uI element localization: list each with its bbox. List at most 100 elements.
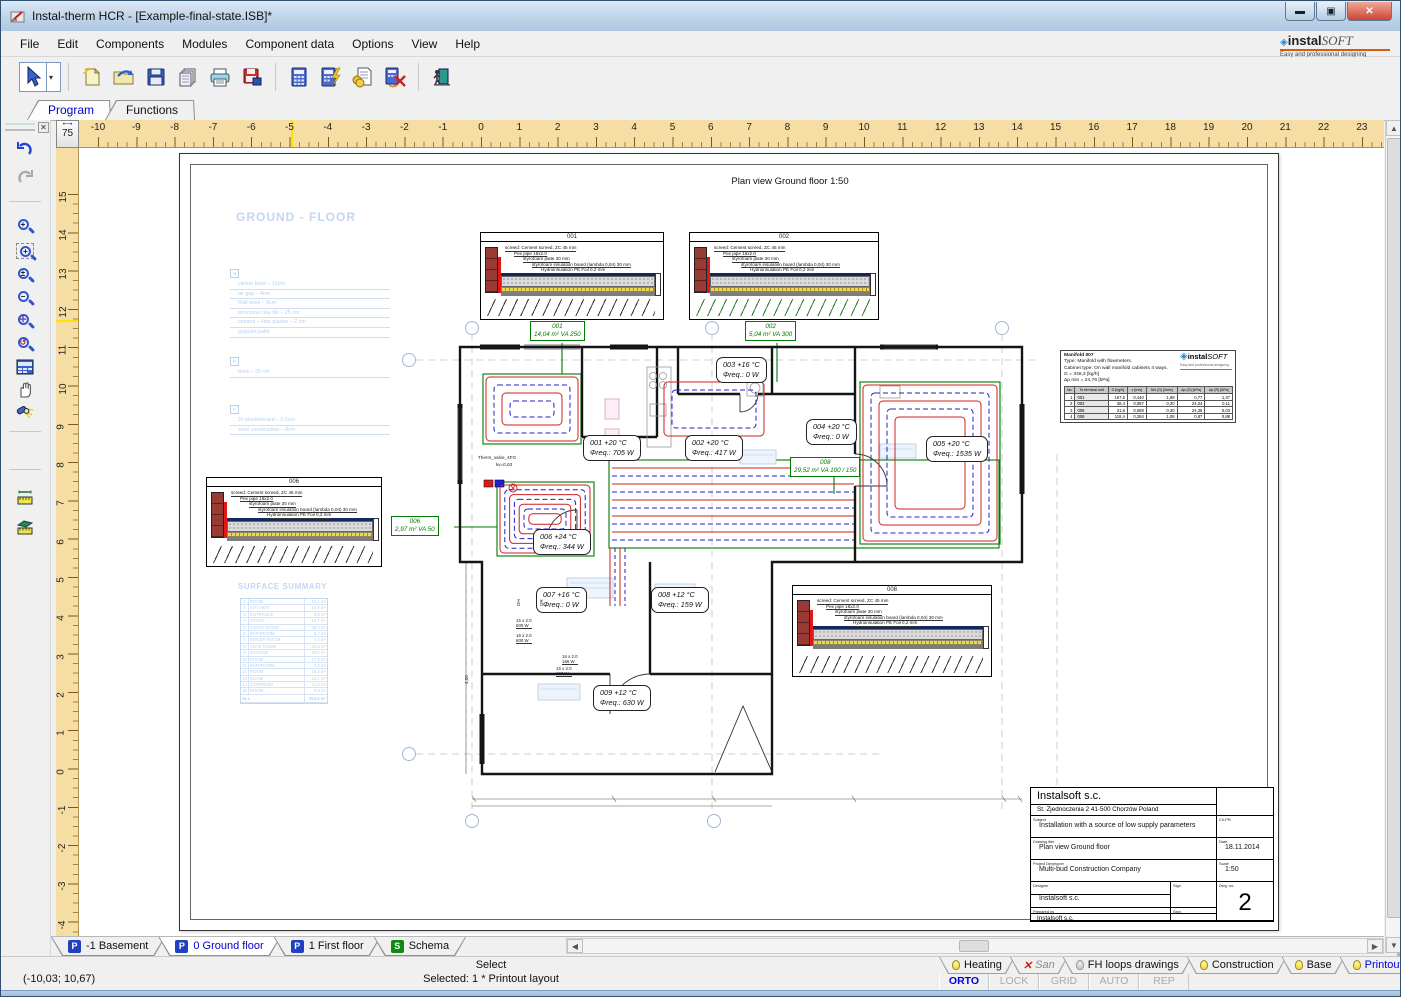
floor-detail-006[interactable]: 006screed: Cement screed, ZC 45 mmPex pi… xyxy=(206,477,382,567)
quick-calculations-button[interactable] xyxy=(317,63,345,91)
vertical-scrollbar[interactable]: ▲ ▼ xyxy=(1385,120,1401,953)
redo-icon xyxy=(15,167,35,187)
zone-label-002[interactable]: 0025,04 m² VA 300 xyxy=(745,321,796,341)
room-label-008[interactable]: 008 +12 °CΦreq.: 159 W xyxy=(651,587,709,613)
highlight-button[interactable] xyxy=(11,398,39,422)
tab-program[interactable]: Program xyxy=(28,101,110,120)
title-bar: Instal-therm HCR - [Example-final-state.… xyxy=(1,1,1400,31)
toggle-lock[interactable]: LOCK xyxy=(989,974,1039,990)
floor-detail-001[interactable]: 001screed: Cement screed, ZC 45 mmPex pi… xyxy=(480,232,664,320)
toggle-auto[interactable]: AUTO xyxy=(1089,974,1139,990)
disabled-x-icon: ✕ xyxy=(1023,959,1032,972)
redo-button[interactable] xyxy=(11,165,39,189)
close-button[interactable]: ✕ xyxy=(1347,2,1392,21)
zoom-previous-button[interactable]: ↺ xyxy=(11,332,39,356)
room-label-003[interactable]: 003 +16 °CΦreq.: 0 W xyxy=(716,357,767,383)
scroll-down-icon[interactable]: ▼ xyxy=(1386,937,1401,953)
floor-detail-002[interactable]: 002screed: Cement screed, ZC 45 mmPex pi… xyxy=(689,232,879,320)
room-label-002[interactable]: 002 +20 °CΦreq.: 417 W xyxy=(685,435,743,461)
status-selection: Selected: 1 * Printout layout xyxy=(301,972,681,986)
menu-modules[interactable]: Modules xyxy=(173,34,236,54)
menu-components[interactable]: Components xyxy=(87,34,173,54)
results-tables-button[interactable] xyxy=(349,63,377,91)
scroll-up-icon[interactable]: ▲ xyxy=(1386,120,1401,136)
project-data-button[interactable] xyxy=(238,63,266,91)
horizontal-scrollbar[interactable]: ◀ ▶ xyxy=(566,938,1384,954)
zoom-in-out-icon: ± xyxy=(18,268,33,283)
pipe-spec-label: 16 x 2.0600 W xyxy=(516,633,532,644)
toggle-grid[interactable]: GRID xyxy=(1039,974,1089,990)
room-label-001[interactable]: 001 +20 °CΦreq.: 705 W xyxy=(583,435,641,461)
new-file-button[interactable] xyxy=(78,63,106,91)
cursor-icon xyxy=(20,65,46,89)
floor-detail-008[interactable]: 008screed: Cement screed, ZC 45 mmPex pi… xyxy=(792,585,992,677)
scroll-left-icon[interactable]: ◀ xyxy=(567,939,583,953)
toggle-rep[interactable]: REP xyxy=(1139,974,1189,990)
zoom-pan-button[interactable]: ✛ xyxy=(11,309,39,333)
minimize-button[interactable]: ▬ xyxy=(1285,2,1315,21)
module-tab-construction[interactable]: Construction xyxy=(1188,957,1286,973)
toggle-orto[interactable]: ORTO xyxy=(939,974,989,990)
zoom-out-button[interactable]: − xyxy=(11,286,39,310)
undo-button[interactable] xyxy=(11,137,39,161)
annotation: 4,00 xyxy=(464,675,469,684)
toolbar-close-icon[interactable]: ✕ xyxy=(38,122,49,133)
restore-button[interactable]: ▣ xyxy=(1316,2,1346,21)
sheet-tab-schema[interactable]: SSchema xyxy=(375,937,465,955)
zoom-window-button[interactable]: + xyxy=(11,239,39,263)
component-table-button[interactable] xyxy=(11,355,39,379)
room-label-005[interactable]: 005 +20 °CΦreq.: 1535 W xyxy=(926,436,988,462)
menu-file[interactable]: File xyxy=(11,34,48,54)
pipe-spec-label: 16 x 2.0166 W xyxy=(556,666,572,677)
toolbar-grip[interactable] xyxy=(5,123,35,131)
select-tool-dropdown[interactable]: ▾ xyxy=(46,63,55,91)
detail-id: 008 xyxy=(793,586,991,595)
menu-options[interactable]: Options xyxy=(343,34,402,54)
zoom-in-button[interactable]: + xyxy=(11,214,39,238)
menu-component-data[interactable]: Component data xyxy=(236,34,343,54)
clear-results-button[interactable] xyxy=(381,63,409,91)
tb-company: Instalsoft s.c. xyxy=(1031,788,1217,805)
module-tab-printout[interactable]: Printout xyxy=(1341,957,1401,973)
module-tab-san[interactable]: ✕San xyxy=(1011,957,1067,973)
sheet-tab-1-first-floor[interactable]: P1 First floor xyxy=(275,937,380,955)
measure-area-button[interactable] xyxy=(11,515,39,539)
zoom-in-icon: + xyxy=(18,219,33,234)
calculations-button[interactable] xyxy=(285,63,313,91)
menu-view[interactable]: View xyxy=(403,34,447,54)
drawing-canvas[interactable]: Plan view Ground floor 1:50 GROUND - FLO… xyxy=(79,148,1384,936)
measure-length-button[interactable] xyxy=(11,486,39,510)
print-button[interactable] xyxy=(206,63,234,91)
scroll-right-icon[interactable]: ▶ xyxy=(1367,939,1383,953)
zone-label-008[interactable]: 00829,52 m² VA 100 / 150 xyxy=(790,457,860,477)
sheet-tab-0-ground-floor[interactable]: P0 Ground floor xyxy=(159,937,279,955)
menu-help[interactable]: Help xyxy=(446,34,489,54)
save-file-button[interactable] xyxy=(142,63,170,91)
manifold-table[interactable]: ◈instalSOFTEasy and professional designi… xyxy=(1060,350,1236,423)
zone-label-006[interactable]: 0062,97 m² VA 50 xyxy=(391,516,439,536)
room-label-004[interactable]: 004 +20 °CΦreq.: 0 W xyxy=(806,419,857,445)
menu-edit[interactable]: Edit xyxy=(48,34,87,54)
tab-functions[interactable]: Functions xyxy=(106,101,194,120)
print-icon xyxy=(208,66,232,88)
module-tab-base[interactable]: Base xyxy=(1283,957,1344,973)
sheet-tab--1-basement[interactable]: P-1 Basement xyxy=(52,937,164,955)
printout-sheet[interactable]: Plan view Ground floor 1:50 GROUND - FLO… xyxy=(179,153,1279,931)
select-tool[interactable]: ▾ xyxy=(19,62,61,92)
copy-pages-button[interactable] xyxy=(174,63,202,91)
vertical-scroll-thumb[interactable] xyxy=(1387,138,1401,918)
module-tab-fh-loops-drawings[interactable]: FH loops drawings xyxy=(1064,957,1191,973)
zoom-in-out-button[interactable]: ± xyxy=(11,263,39,287)
zone-label-001[interactable]: 00114,04 m² VA 250 xyxy=(530,321,585,341)
detail-id: 002 xyxy=(690,233,878,242)
module-tab-heating[interactable]: Heating xyxy=(940,957,1014,973)
horizontal-scroll-thumb[interactable] xyxy=(959,940,989,952)
tb-scale: Scale1:50 xyxy=(1217,860,1274,882)
room-label-006[interactable]: 006 +24 °CΦreq.: 344 W xyxy=(533,529,591,555)
tb-drawing-title: Drawing titlePlan view Ground floor xyxy=(1031,838,1217,860)
exit-button[interactable] xyxy=(428,63,456,91)
zoom-indicator[interactable]: ⟷ 75 xyxy=(56,120,79,148)
room-label-009[interactable]: 009 +12 °CΦreq.: 630 W xyxy=(593,685,651,711)
open-file-button[interactable] xyxy=(110,63,138,91)
zoom-pan-icon: ✛ xyxy=(18,314,33,329)
